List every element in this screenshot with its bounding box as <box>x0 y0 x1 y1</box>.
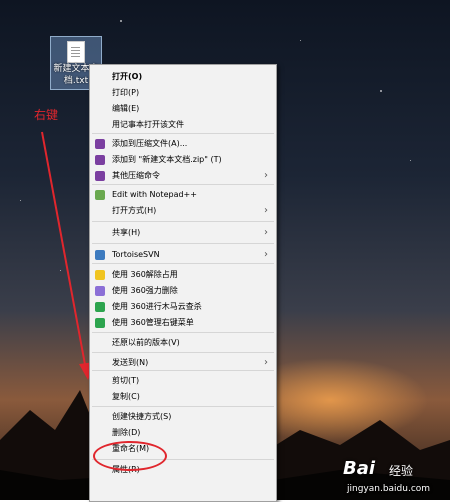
chevron-right-icon: › <box>264 249 268 260</box>
menu-separator <box>92 263 274 264</box>
context-menu-item[interactable]: 添加到 "新建文本文档.zip" (T) <box>90 152 276 168</box>
context-menu-item[interactable]: 剪切(T) <box>90 373 276 389</box>
menu-item-label: 添加到压缩文件(A)... <box>112 139 188 148</box>
menu-item-label: 复制(C) <box>112 392 140 401</box>
winrar-icon <box>95 171 105 181</box>
tortoisesvn-icon <box>95 250 105 260</box>
context-menu-item[interactable]: 打印(P) <box>90 85 276 101</box>
annotation-right-click: 右键 <box>34 108 59 122</box>
menu-separator <box>92 332 274 333</box>
menu-item-label: 其他压缩命令 <box>112 171 160 180</box>
highlight-ellipse-rename <box>93 441 167 471</box>
chevron-right-icon: › <box>264 357 268 368</box>
360-delete-icon <box>95 286 105 296</box>
menu-separator <box>92 184 274 185</box>
menu-item-label: 打开方式(H) <box>112 206 157 215</box>
context-menu-item[interactable]: 使用 360强力删除 <box>90 283 276 299</box>
context-menu-item[interactable]: 复制(C) <box>90 389 276 405</box>
360-scan-icon <box>95 302 105 312</box>
context-menu-item[interactable]: 使用 360进行木马云查杀 <box>90 299 276 315</box>
menu-separator <box>92 221 274 222</box>
menu-item-label: 使用 360进行木马云查杀 <box>112 302 202 311</box>
winrar-icon <box>95 139 105 149</box>
chevron-right-icon: › <box>264 205 268 216</box>
context-menu-item[interactable]: TortoiseSVN › <box>90 247 276 263</box>
watermark-url: jingyan.baidu.com <box>347 484 431 494</box>
menu-separator <box>92 352 274 353</box>
baidu-jingyan-label: 经验 <box>389 464 414 478</box>
context-menu-item[interactable]: 添加到压缩文件(A)... <box>90 136 276 152</box>
chevron-right-icon: › <box>264 227 268 238</box>
baidu-watermark: Bai 经验 jingyan.baidu.com <box>325 452 450 500</box>
context-menu-item[interactable]: 使用 360管理右键菜单 <box>90 315 276 331</box>
menu-separator <box>92 243 274 244</box>
notepadpp-icon <box>95 190 105 200</box>
menu-item-label: 删除(D) <box>112 428 141 437</box>
menu-item-label: 还原以前的版本(V) <box>112 338 180 347</box>
context-menu-item[interactable]: 其他压缩命令 › <box>90 168 276 184</box>
menu-item-label: 使用 360强力删除 <box>112 286 178 295</box>
baidu-logo: Bai <box>343 458 376 479</box>
360-manage-icon <box>95 318 105 328</box>
context-menu-item[interactable]: 创建快捷方式(S) <box>90 409 276 425</box>
menu-item-label: 添加到 "新建文本文档.zip" (T) <box>112 155 222 164</box>
360-unlock-icon <box>95 270 105 280</box>
menu-item-label: Edit with Notepad++ <box>112 190 197 199</box>
winrar-icon <box>95 155 105 165</box>
context-menu-item[interactable]: 共享(H) › <box>90 225 276 241</box>
menu-item-label: 发送到(N) <box>112 358 149 367</box>
context-menu-item[interactable]: 打开(O) <box>90 69 276 85</box>
menu-item-label: 创建快捷方式(S) <box>112 412 172 421</box>
context-menu-item[interactable]: 删除(D) <box>90 425 276 441</box>
context-menu-item[interactable]: 使用 360解除占用 <box>90 267 276 283</box>
context-menu: 打开(O) 打印(P) 编辑(E) 用记事本打开该文件 添加到压缩文件(A)... 添加到… <box>89 64 277 502</box>
text-file-icon <box>67 41 85 63</box>
menu-item-label: 使用 360管理右键菜单 <box>112 318 194 327</box>
context-menu-item[interactable]: 编辑(E) <box>90 101 276 117</box>
context-menu-item[interactable]: 打开方式(H) › <box>90 203 276 219</box>
chevron-right-icon: › <box>264 170 268 181</box>
context-menu-item[interactable]: 发送到(N) › <box>90 355 276 371</box>
menu-item-label: 共享(H) <box>112 228 141 237</box>
menu-separator <box>92 133 274 134</box>
menu-separator <box>92 406 274 407</box>
context-menu-item[interactable]: Edit with Notepad++ <box>90 187 276 203</box>
menu-item-label: 剪切(T) <box>112 376 140 385</box>
context-menu-item[interactable]: 用记事本打开该文件 <box>90 117 276 133</box>
menu-item-label: TortoiseSVN <box>112 250 160 259</box>
menu-item-label: 使用 360解除占用 <box>112 270 178 279</box>
context-menu-item[interactable]: 还原以前的版本(V) <box>90 335 276 351</box>
menu-item-label: 打开(O) <box>112 72 143 81</box>
menu-item-label: 用记事本打开该文件 <box>112 120 184 129</box>
menu-item-label: 打印(P) <box>112 88 140 97</box>
menu-item-label: 编辑(E) <box>112 104 140 113</box>
